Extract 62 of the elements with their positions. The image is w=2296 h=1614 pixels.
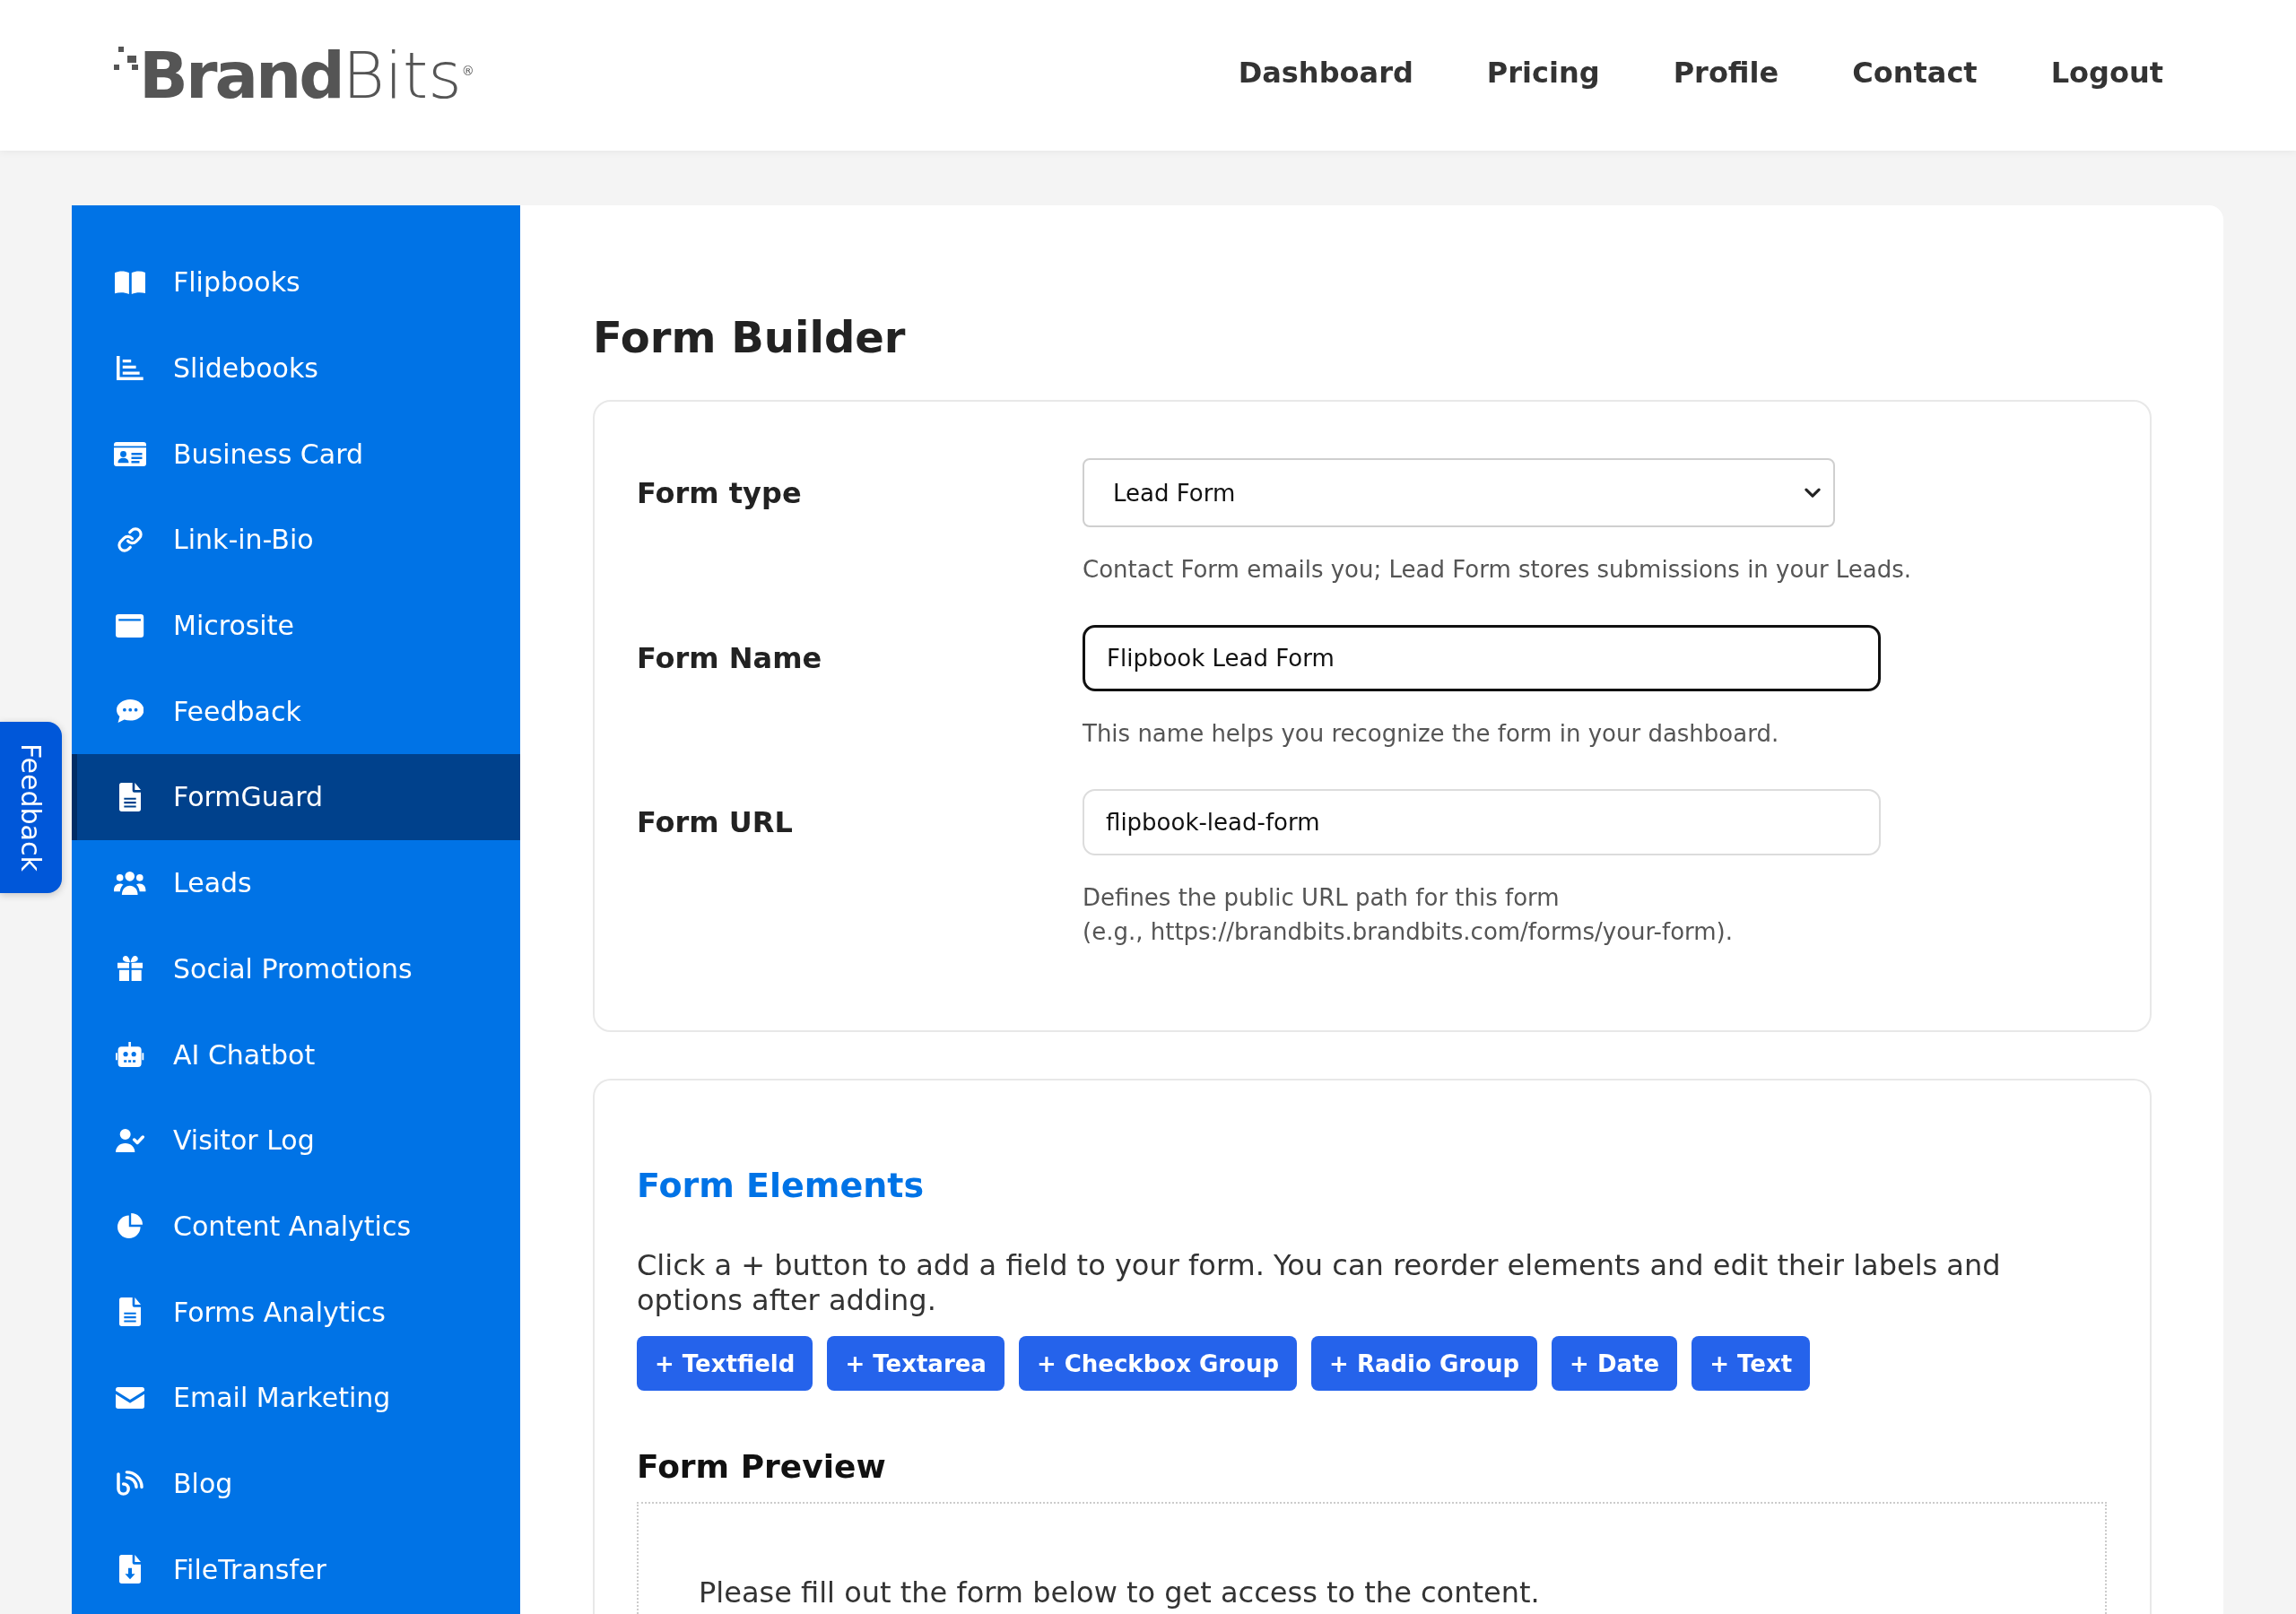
feedback-tab[interactable]: Feedback (0, 722, 62, 893)
users-icon (114, 871, 146, 895)
gift-icon (117, 956, 144, 982)
sidebar-item[interactable]: Feedback (72, 668, 520, 755)
sidebar-item[interactable]: Leads (72, 839, 520, 926)
envelope-icon (116, 1386, 144, 1409)
sidebar-item[interactable]: FormGuard (72, 754, 520, 840)
file-download-icon (119, 1555, 141, 1584)
sidebar-item[interactable]: Blog (72, 1440, 520, 1527)
nav-link[interactable]: Profile (1673, 56, 1779, 90)
field-label: Form type (637, 475, 803, 510)
nav-link[interactable]: Contact (1852, 56, 1978, 90)
dropdown-select[interactable]: Lead Form (1083, 458, 1835, 527)
robot-icon (116, 1042, 144, 1068)
sidebar-item[interactable]: Flipbooks (72, 239, 520, 325)
speech-bubble-icon (116, 699, 144, 724)
sidebar-item[interactable]: Slidebooks (72, 325, 520, 412)
document-icon (119, 1297, 141, 1327)
sidebar-item[interactable]: Business Card (72, 411, 520, 498)
sidebar-item[interactable]: Content Analytics (72, 1183, 520, 1270)
sidebar-item[interactable]: AI Chatbot (72, 1011, 520, 1098)
sidebar-item[interactable]: Social Promotions (72, 925, 520, 1012)
sidebar-item[interactable]: Forms Analytics (72, 1269, 520, 1355)
add-field-button[interactable]: + Textfield (637, 1336, 813, 1391)
user-check-icon (116, 1128, 144, 1152)
text-field[interactable]: Flipbook Lead Form (1083, 625, 1881, 691)
pixel-squares-icon (114, 47, 138, 70)
blog-feed-icon (117, 1471, 144, 1497)
instructions-text: Click a + button to add a field to your form. You can reorder elements and edit their labels and options after adding. (637, 1248, 2002, 1318)
nav-link[interactable]: Logout (2050, 56, 2163, 90)
chevron-down-icon (1805, 487, 1821, 499)
text-field[interactable]: flipbook-lead-form (1083, 789, 1881, 855)
open-book-icon (114, 270, 146, 294)
section-title: Form Elements (637, 1165, 926, 1206)
add-field-button[interactable]: + Checkbox Group (1018, 1336, 1298, 1391)
document-icon (119, 782, 141, 811)
nav-link[interactable]: Dashboard (1238, 56, 1413, 90)
sidebar-item[interactable]: Microsite (72, 582, 520, 669)
field-label: Form Name (637, 641, 823, 675)
add-field-button[interactable]: + Date (1552, 1336, 1678, 1391)
help-text: (e.g., https://brandbits.brandbits.com/forms/your-form). (1083, 917, 1734, 947)
preview-title: Form Preview (637, 1447, 887, 1487)
add-field-button[interactable]: + Textarea (827, 1336, 1004, 1391)
logo-text[interactable]: BrandBits$^{®}$ (139, 43, 474, 108)
sidebar-item[interactable]: Email Marketing (72, 1354, 520, 1441)
page-title: Form Builder (593, 311, 907, 363)
pie-chart-icon (117, 1213, 143, 1239)
add-field-button[interactable]: + Radio Group (1311, 1336, 1538, 1391)
help-text: Contact Form emails you; Lead Form stores submissions in your Leads. (1083, 555, 1913, 585)
link-icon (117, 526, 143, 552)
sidebar-item[interactable]: Visitor Log (72, 1097, 520, 1184)
chart-icon (117, 356, 144, 381)
id-card-icon (114, 441, 146, 466)
field-label: Form URL (637, 805, 794, 839)
help-text: This name helps you recognize the form in your dashboard. (1083, 719, 1780, 749)
sidebar-item[interactable]: Link-in-Bio (72, 497, 520, 583)
sidebar-item[interactable]: FileTransfer (72, 1526, 520, 1612)
add-field-button[interactable]: + Text (1692, 1336, 1811, 1391)
nav-link[interactable]: Pricing (1486, 56, 1600, 90)
window-icon (116, 613, 144, 638)
help-text: Defines the public URL path for this form (1083, 883, 1561, 913)
preview-message: Please fill out the form below to get access to the content. (699, 1575, 1541, 1610)
